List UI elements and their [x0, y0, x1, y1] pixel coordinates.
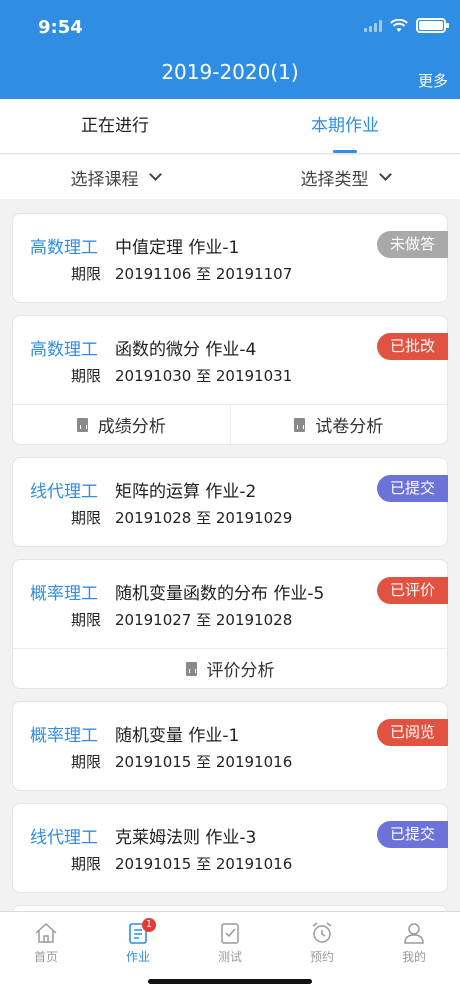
period-label: 期限: [71, 855, 102, 873]
profile-icon: [404, 923, 424, 944]
report-icon: [76, 417, 88, 432]
segment-tabs: 正在进行 本期作业: [0, 99, 460, 154]
assignment-card[interactable]: 概率理工 随机变量 作业-1 期限 20191015 至 20191016 已阅…: [12, 701, 448, 791]
card-actions: 评价分析: [13, 648, 447, 688]
battery-icon: [416, 18, 449, 33]
period-label: 期限: [71, 367, 102, 385]
period-value: 20191015 至 20191016: [115, 855, 293, 873]
assignment-title: 克莱姆法则 作业-3: [115, 828, 257, 848]
status-badge: 已提交: [377, 821, 448, 848]
report-icon: [294, 417, 306, 432]
status-icons: [364, 18, 449, 33]
action-label: 试卷分析: [315, 417, 384, 437]
type-filter[interactable]: 选择类型: [230, 155, 460, 199]
course-name: 高数理工: [30, 238, 98, 258]
assignment-title: 随机变量 作业-1: [115, 726, 240, 746]
course-name: 线代理工: [30, 482, 98, 502]
course-filter[interactable]: 选择课程: [0, 155, 230, 199]
assignment-card[interactable]: 线代理工 克莱姆法则 作业-3 期限 20191015 至 20191016 已…: [12, 803, 448, 893]
period-label: 期限: [71, 611, 102, 629]
paper-analysis-button[interactable]: 试卷分析: [229, 405, 448, 444]
assignment-card[interactable]: 概率理工 随机变量函数的分布 作业-5 期限 20191027 至 201910…: [12, 559, 448, 689]
period-value: 20191028 至 20191029: [115, 509, 293, 527]
tabbar-item-home[interactable]: 首页: [0, 912, 92, 996]
home-indicator: [148, 979, 312, 984]
nav-title: 2019-2020(1): [161, 60, 299, 84]
action-label: 评价分析: [206, 661, 275, 681]
assignment-title: 随机变量函数的分布 作业-5: [115, 584, 325, 604]
tabbar-label: 作业: [125, 950, 150, 964]
tab-in-progress[interactable]: 正在进行: [0, 99, 230, 153]
course-name: 概率理工: [30, 726, 98, 746]
status-badge: 已阅览: [377, 719, 448, 746]
tab-current-homework[interactable]: 本期作业: [230, 99, 460, 153]
course-name: 概率理工: [30, 584, 98, 604]
tabbar-item-profile[interactable]: 我的: [368, 912, 460, 996]
period-label: 期限: [71, 265, 102, 283]
status-badge: 已提交: [377, 475, 448, 502]
score-analysis-button[interactable]: 成绩分析: [13, 405, 230, 444]
status-badge: 未做答: [377, 231, 448, 258]
card-actions: 成绩分析 试卷分析: [13, 404, 447, 444]
wifi-icon: [390, 18, 408, 32]
filter-bar: 选择课程 选择类型: [0, 155, 460, 199]
period-label: 期限: [71, 753, 102, 771]
period-value: 20191015 至 20191016: [115, 753, 293, 771]
assignment-title: 函数的微分 作业-4: [115, 340, 257, 360]
evaluation-analysis-button[interactable]: 评价分析: [13, 649, 447, 688]
period-label: 期限: [71, 509, 102, 527]
course-name: 高数理工: [30, 340, 98, 360]
tabbar-label: 测试: [217, 950, 242, 964]
chevron-down-icon: [148, 168, 162, 181]
assignment-card[interactable]: 线代理工 矩阵的运算 作业-2 期限 20191028 至 20191029 已…: [12, 457, 448, 547]
period-value: 20191030 至 20191031: [115, 367, 293, 385]
signal-icon: [364, 19, 382, 32]
status-badge: 已评价: [377, 577, 448, 604]
tabbar-label: 首页: [33, 950, 58, 964]
type-filter-label: 选择类型: [300, 169, 369, 190]
course-name: 线代理工: [30, 828, 98, 848]
test-icon: [221, 923, 239, 944]
course-filter-label: 选择课程: [70, 169, 139, 190]
period-value: 20191106 至 20191107: [115, 265, 293, 283]
assignment-title: 中值定理 作业-1: [115, 238, 240, 258]
chevron-down-icon: [378, 168, 392, 181]
report-icon: [185, 661, 197, 676]
assignment-title: 矩阵的运算 作业-2: [115, 482, 257, 502]
tabbar-label: 我的: [401, 950, 426, 964]
tabbar-label: 预约: [309, 950, 334, 964]
notification-badge: 1: [142, 918, 156, 932]
status-badge: 已批改: [377, 333, 448, 360]
status-time: 9:54: [38, 17, 83, 38]
alarm-clock-icon: [312, 922, 332, 943]
assignment-card[interactable]: 高数理工 中值定理 作业-1 期限 20191106 至 20191107 未做…: [12, 213, 448, 303]
period-value: 20191027 至 20191028: [115, 611, 293, 629]
app-header: 9:54 2019-2020(1) 更多: [0, 0, 460, 99]
assignment-card[interactable]: 高数理工 函数的微分 作业-4 期限 20191030 至 20191031 已…: [12, 315, 448, 445]
assignment-list[interactable]: 高数理工 中值定理 作业-1 期限 20191106 至 20191107 未做…: [0, 199, 460, 911]
home-icon: [35, 922, 57, 943]
more-button[interactable]: 更多: [418, 70, 448, 91]
action-label: 成绩分析: [97, 417, 166, 437]
